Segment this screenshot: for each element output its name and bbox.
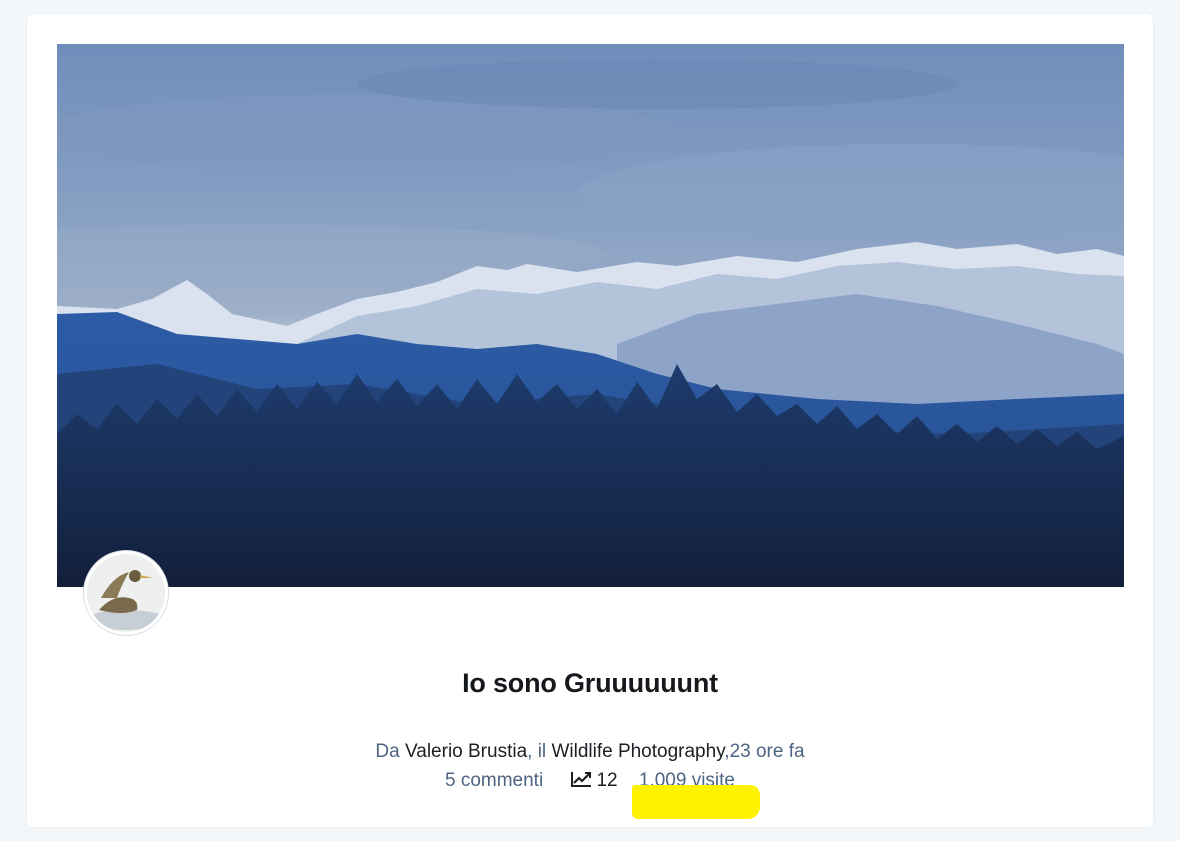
trending-up-icon bbox=[570, 770, 592, 794]
highlight-mark bbox=[632, 785, 760, 819]
post-card: Io sono Gruuuuuunt Da Valerio Brustia, i… bbox=[27, 14, 1153, 827]
post-title[interactable]: Io sono Gruuuuuunt bbox=[27, 668, 1153, 699]
author-avatar[interactable] bbox=[84, 551, 168, 635]
author-link[interactable]: Valerio Brustia bbox=[405, 741, 527, 762]
likes-count: 12 bbox=[596, 770, 618, 791]
post-meta: Da Valerio Brustia, il Wildlife Photogra… bbox=[27, 741, 1153, 763]
by-prefix: Da bbox=[375, 741, 405, 762]
mountain-landscape-image bbox=[57, 44, 1124, 587]
category-link[interactable]: Wildlife Photography bbox=[551, 741, 724, 762]
bird-avatar-image bbox=[87, 554, 165, 632]
post-time: ,23 ore fa bbox=[724, 741, 805, 762]
post-cover-image[interactable] bbox=[57, 44, 1124, 587]
comments-link[interactable]: 5 commenti bbox=[445, 770, 543, 791]
post-stats: 5 commenti 12 1.009 visite bbox=[27, 770, 1153, 794]
in-prefix: , il bbox=[527, 741, 552, 762]
